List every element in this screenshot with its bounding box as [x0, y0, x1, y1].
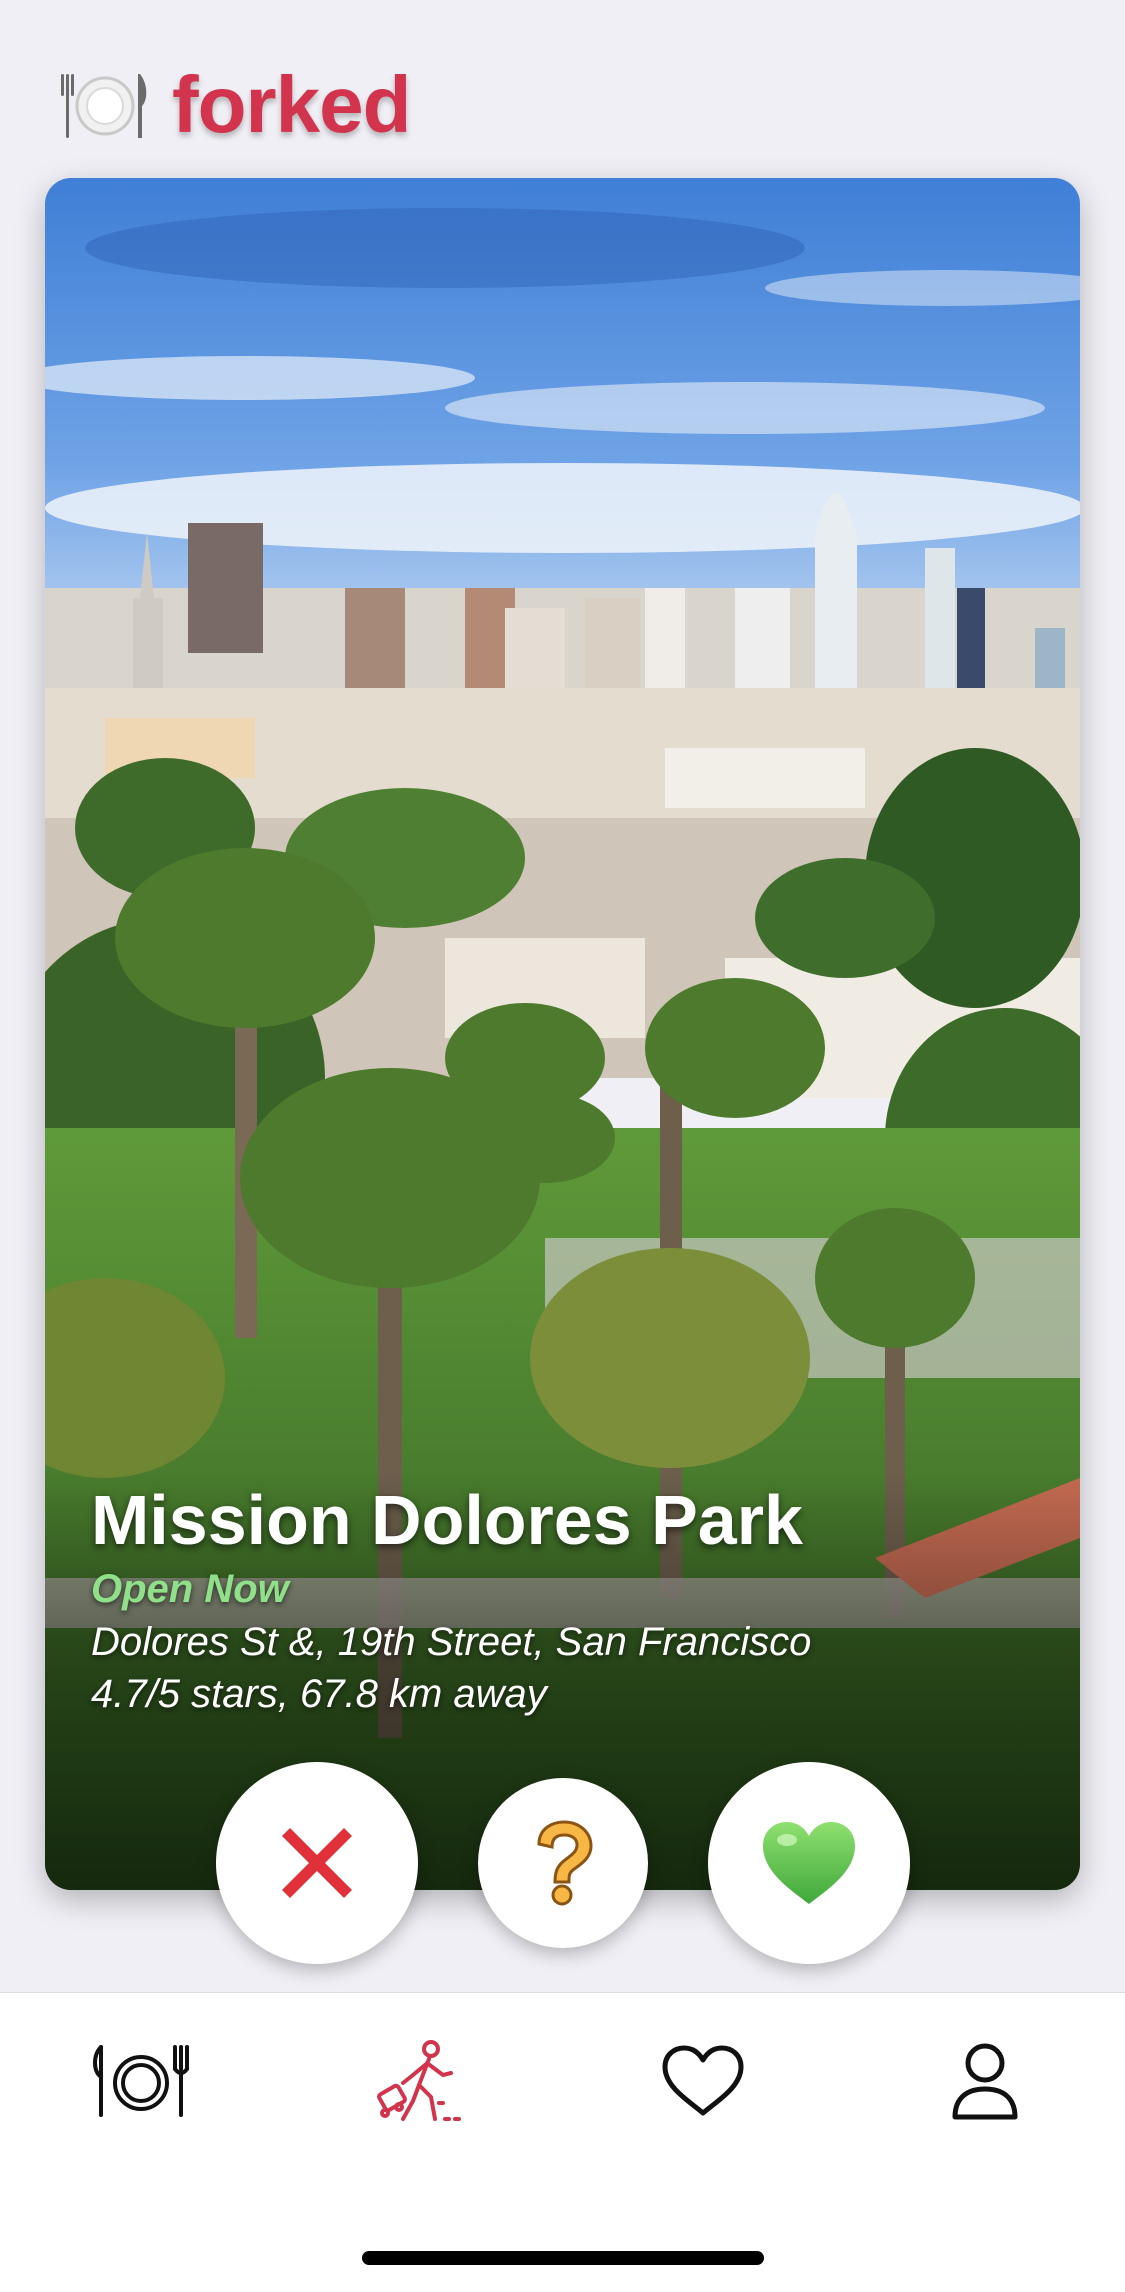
heart-outline-icon: [662, 2045, 744, 2116]
place-name: Mission Dolores Park: [91, 1481, 803, 1559]
bottom-tab-bar: [0, 1992, 1125, 2292]
like-button[interactable]: [708, 1762, 910, 1964]
red-x-icon: [282, 1828, 352, 1898]
tab-saved[interactable]: [648, 2031, 758, 2131]
nope-button[interactable]: [216, 1762, 418, 1964]
traveler-walking-icon: [377, 2040, 461, 2121]
question-mark-icon: [537, 1820, 593, 1906]
app-brand-name: forked: [172, 60, 411, 149]
place-address: Dolores St &, 19th Street, San Francisco: [91, 1620, 812, 1664]
tab-explore[interactable]: [366, 2031, 476, 2131]
plate-fork-knife-icon: [61, 74, 147, 138]
open-status: Open Now: [91, 1567, 289, 1611]
green-heart-icon: [763, 1822, 855, 1904]
place-card[interactable]: Mission Dolores Park Open Now Dolores St…: [45, 178, 1080, 1890]
app-header: forked: [60, 50, 411, 160]
person-icon: [952, 2043, 1018, 2120]
app-screen: forked Mission Dolores Park Open Now Dol…: [0, 0, 1125, 2292]
home-indicator[interactable]: [362, 2251, 764, 2265]
tab-profile[interactable]: [930, 2031, 1040, 2131]
tab-dining[interactable]: [86, 2031, 196, 2131]
place-info: Mission Dolores Park Open Now Dolores St…: [91, 1478, 1040, 1720]
place-rating-distance: 4.7/5 stars, 67.8 km away: [91, 1672, 547, 1716]
maybe-button[interactable]: [478, 1778, 648, 1948]
plate-fork-knife-icon: [93, 2045, 189, 2117]
